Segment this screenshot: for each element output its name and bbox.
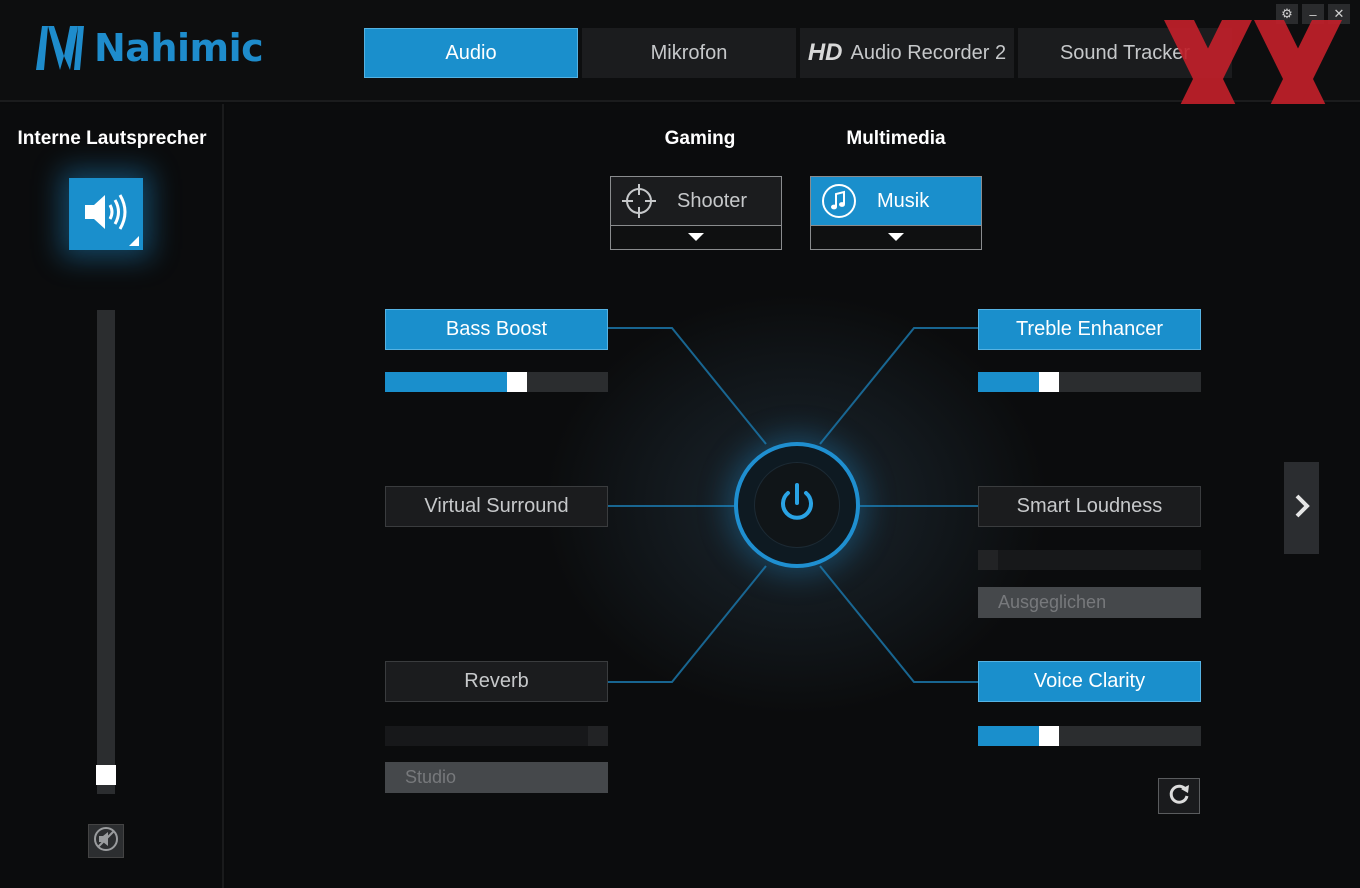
- bass-boost-slider[interactable]: [385, 372, 608, 392]
- treble-enhancer-thumb[interactable]: [1039, 372, 1059, 392]
- volume-slider[interactable]: [97, 310, 115, 794]
- multimedia-label: Multimedia: [846, 128, 946, 149]
- tab-audio[interactable]: Audio: [364, 28, 578, 78]
- gaming-preset-select[interactable]: Shooter: [610, 176, 782, 250]
- mute-icon: [93, 826, 119, 857]
- logo-text: Nahimic: [94, 26, 264, 70]
- chevron-down-icon: [887, 229, 905, 247]
- tab-label: Audio Recorder 2: [850, 41, 1007, 64]
- volume-thumb[interactable]: [96, 765, 116, 785]
- gaming-dropdown-arrow[interactable]: [611, 225, 781, 249]
- device-sidebar: Interne Lautsprecher: [0, 104, 224, 888]
- bass-boost-thumb[interactable]: [507, 372, 527, 392]
- device-title: Interne Lautsprecher: [17, 128, 207, 149]
- speaker-device-button[interactable]: [69, 178, 143, 250]
- tab-label: Audio: [445, 41, 497, 64]
- bass-boost-toggle[interactable]: Bass Boost: [385, 309, 608, 350]
- tab-label: Mikrofon: [650, 41, 728, 64]
- reverb-mode-select: Studio: [385, 762, 608, 793]
- gaming-label: Gaming: [664, 128, 736, 149]
- voice-clarity-thumb[interactable]: [1039, 726, 1059, 746]
- hd-badge: HD: [807, 39, 843, 66]
- reverb-slider: [385, 726, 608, 746]
- nahimic-logo: Nahimic: [34, 24, 264, 72]
- reverb-thumb: [588, 726, 608, 746]
- multimedia-dropdown-arrow[interactable]: [811, 225, 981, 249]
- power-icon: [775, 481, 819, 530]
- smart-loudness-thumb: [978, 550, 998, 570]
- chevron-down-icon: [687, 229, 705, 247]
- gaming-preset-value: Shooter: [677, 189, 748, 212]
- crosshair-icon: [621, 183, 657, 219]
- voice-clarity-slider[interactable]: [978, 726, 1201, 746]
- smart-loudness-slider: [978, 550, 1201, 570]
- voice-clarity-toggle[interactable]: Voice Clarity: [978, 661, 1201, 702]
- bass-boost-fill: [385, 372, 517, 392]
- audio-panel: Gaming Multimedia Shooter Musik Bass Boo…: [226, 104, 1360, 888]
- chevron-right-icon: [1294, 493, 1310, 524]
- virtual-surround-toggle[interactable]: Virtual Surround: [385, 486, 608, 527]
- mute-button[interactable]: [88, 824, 124, 858]
- multimedia-preset-value: Musik: [877, 189, 930, 212]
- multimedia-preset-select[interactable]: Musik: [810, 176, 982, 250]
- main-tabs: Audio Mikrofon HD Audio Recorder 2 Sound …: [364, 28, 1232, 78]
- treble-enhancer-toggle[interactable]: Treble Enhancer: [978, 309, 1201, 350]
- tab-audio-recorder[interactable]: HD Audio Recorder 2: [800, 28, 1014, 78]
- smart-loudness-mode-select: Ausgeglichen: [978, 587, 1201, 618]
- refresh-icon: [1167, 782, 1191, 811]
- speaker-icon: [83, 192, 129, 237]
- tab-mikrofon[interactable]: Mikrofon: [582, 28, 796, 78]
- master-power-button[interactable]: [734, 442, 860, 568]
- next-page-button[interactable]: [1284, 462, 1319, 554]
- smart-loudness-toggle[interactable]: Smart Loudness: [978, 486, 1201, 527]
- top-bar: Nahimic Audio Mikrofon HD Audio Recorder …: [0, 0, 1360, 102]
- nahimic-logo-icon: [34, 24, 86, 72]
- reverb-toggle[interactable]: Reverb: [385, 661, 608, 702]
- treble-enhancer-slider[interactable]: [978, 372, 1201, 392]
- music-note-icon: [821, 183, 857, 219]
- reset-button[interactable]: [1158, 778, 1200, 814]
